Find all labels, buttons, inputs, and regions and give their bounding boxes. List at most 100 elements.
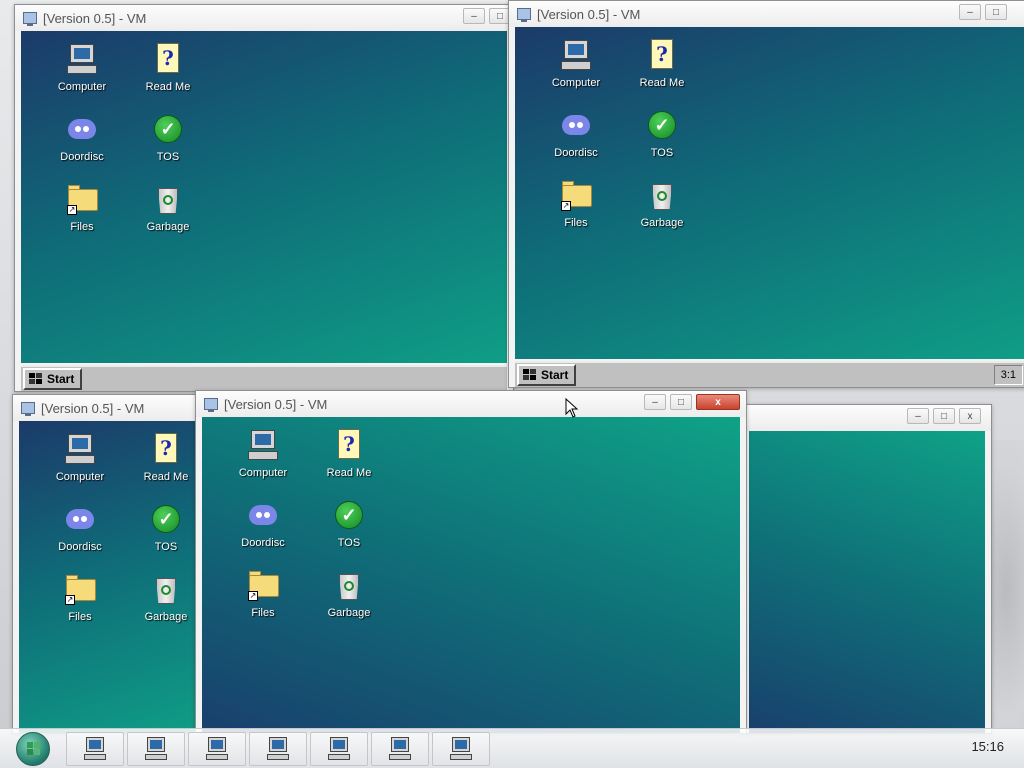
readme-icon: ? xyxy=(151,43,185,77)
doordisc-icon xyxy=(559,109,593,143)
desktop-icon-garbage[interactable]: Garbage xyxy=(619,179,705,249)
vm-title: [Version 0.5] - VM xyxy=(43,10,147,26)
maximize-button[interactable]: □ xyxy=(933,408,955,424)
maximize-button[interactable]: □ xyxy=(985,4,1007,20)
readme-icon: ? xyxy=(149,433,183,467)
desktop-icon-readme[interactable]: ? Read Me xyxy=(619,39,705,109)
icon-label: Files xyxy=(251,607,275,619)
icon-label: Doordisc xyxy=(554,147,598,159)
minimize-button[interactable]: – xyxy=(907,408,929,424)
vm-start-button[interactable]: Start xyxy=(23,368,83,390)
desktop-icon-grid: Computer ? Read Me Doordisc ✓ TOS ↗ Files G… xyxy=(37,433,209,643)
desktop-icon-doordisc[interactable]: Doordisc xyxy=(37,503,123,573)
icon-label: Computer xyxy=(55,471,105,483)
vm-window-1[interactable]: [Version 0.5] - VM – □ Computer ? Read Me… xyxy=(14,4,514,392)
vm-window-3[interactable]: [Version 0.5] - VM Computer ? Read Me Doo… xyxy=(12,394,212,734)
icon-label: Read Me xyxy=(326,467,372,479)
desktop-icon-files[interactable]: ↗ Files xyxy=(39,183,125,253)
host-taskbar-apps xyxy=(66,731,490,766)
icon-label: Files xyxy=(70,221,94,233)
recycle-bin-icon xyxy=(332,569,366,603)
vm-window-2[interactable]: [Version 0.5] - VM – □ Computer ? Read Me… xyxy=(508,0,1024,388)
vm-clock: 3:1 xyxy=(993,365,1023,385)
computer-icon xyxy=(559,39,593,73)
icon-label: Doordisc xyxy=(241,537,285,549)
vm-titlebar[interactable]: – □ x xyxy=(743,405,991,431)
desktop-icon-files[interactable]: ↗ Files xyxy=(533,179,619,249)
doordisc-icon xyxy=(246,499,280,533)
vm-title-icon xyxy=(23,12,37,26)
icon-label: Garbage xyxy=(327,607,371,619)
desktop-icon-readme[interactable]: ? Read Me xyxy=(125,43,211,113)
icon-label: Computer xyxy=(57,81,107,93)
desktop-icon-tos[interactable]: ✓ TOS xyxy=(125,113,211,183)
vm-titlebar[interactable]: [Version 0.5] - VM – □ xyxy=(509,1,1024,27)
desktop-icon-grid: Computer ? Read Me Doordisc ✓ TOS ↗ Files G… xyxy=(220,429,392,639)
taskbar-vm-button[interactable] xyxy=(188,731,246,766)
desktop-icon-computer[interactable]: Computer xyxy=(37,433,123,503)
icon-label: Garbage xyxy=(146,221,190,233)
close-button[interactable]: x xyxy=(959,408,981,424)
icon-label: Doordisc xyxy=(58,541,102,553)
start-label: Start xyxy=(47,372,75,386)
vm-titlebar[interactable]: [Version 0.5] - VM – □ x xyxy=(196,391,746,417)
icon-label: TOS xyxy=(156,151,180,163)
vm-taskbar: Start 3:1 xyxy=(515,361,1024,387)
icon-label: Read Me xyxy=(639,77,685,89)
close-button[interactable]: x xyxy=(696,394,740,410)
vm-taskbar: Start xyxy=(21,365,507,391)
icon-label: Computer xyxy=(551,77,601,89)
desktop-icon-files[interactable]: ↗ Files xyxy=(37,573,123,643)
vm-window-5[interactable]: – □ x xyxy=(742,404,992,734)
taskbar-vm-button[interactable] xyxy=(127,731,185,766)
icon-label: Files xyxy=(68,611,92,623)
host-taskbar: 15:16 xyxy=(0,728,1024,768)
desktop-icon-doordisc[interactable]: Doordisc xyxy=(533,109,619,179)
vm-title-icon xyxy=(204,398,218,412)
desktop-icon-doordisc[interactable]: Doordisc xyxy=(220,499,306,569)
vm-titlebar[interactable]: [Version 0.5] - VM xyxy=(13,395,211,421)
tos-icon: ✓ xyxy=(645,109,679,143)
vm-desktop: Computer ? Read Me Doordisc ✓ TOS ↗ Files G… xyxy=(515,27,1024,359)
taskbar-vm-button[interactable] xyxy=(432,731,490,766)
readme-icon: ? xyxy=(332,429,366,463)
minimize-button[interactable]: – xyxy=(644,394,666,410)
taskbar-vm-button[interactable] xyxy=(371,731,429,766)
start-label: Start xyxy=(541,368,569,382)
taskbar-vm-button[interactable] xyxy=(310,731,368,766)
tos-icon: ✓ xyxy=(151,113,185,147)
icon-label: Read Me xyxy=(143,471,189,483)
desktop-icon-tos[interactable]: ✓ TOS xyxy=(306,499,392,569)
desktop-icon-garbage[interactable]: Garbage xyxy=(306,569,392,639)
desktop-icon-readme[interactable]: ? Read Me xyxy=(306,429,392,499)
vm-start-button[interactable]: Start xyxy=(517,364,577,386)
vm-desktop: Computer ? Read Me Doordisc ✓ TOS ↗ Files G… xyxy=(19,421,205,733)
taskbar-vm-button[interactable] xyxy=(249,731,307,766)
vm-titlebar[interactable]: [Version 0.5] - VM – □ xyxy=(15,5,513,31)
taskbar-vm-button[interactable] xyxy=(66,731,124,766)
computer-icon xyxy=(63,433,97,467)
desktop-icon-garbage[interactable]: Garbage xyxy=(125,183,211,253)
computer-icon xyxy=(265,736,291,762)
computer-icon xyxy=(65,43,99,77)
desktop-icon-doordisc[interactable]: Doordisc xyxy=(39,113,125,183)
vm-desktop xyxy=(749,431,985,733)
vm-title: [Version 0.5] - VM xyxy=(224,396,328,412)
vm-window-4[interactable]: [Version 0.5] - VM – □ x Computer ? Read … xyxy=(195,390,747,734)
desktop-icon-files[interactable]: ↗ Files xyxy=(220,569,306,639)
vm-title: [Version 0.5] - VM xyxy=(41,400,145,416)
tos-icon: ✓ xyxy=(149,503,183,537)
host-start-button[interactable] xyxy=(16,731,50,766)
host-clock[interactable]: 15:16 xyxy=(971,739,1004,754)
desktop-icon-tos[interactable]: ✓ TOS xyxy=(619,109,705,179)
mouse-cursor-icon xyxy=(565,398,579,418)
desktop-icon-computer[interactable]: Computer xyxy=(533,39,619,109)
desktop-icon-computer[interactable]: Computer xyxy=(220,429,306,499)
minimize-button[interactable]: – xyxy=(463,8,485,24)
minimize-button[interactable]: – xyxy=(959,4,981,20)
icon-label: Read Me xyxy=(145,81,191,93)
doordisc-icon xyxy=(65,113,99,147)
maximize-button[interactable]: □ xyxy=(670,394,692,410)
desktop-icon-computer[interactable]: Computer xyxy=(39,43,125,113)
computer-icon xyxy=(143,736,169,762)
